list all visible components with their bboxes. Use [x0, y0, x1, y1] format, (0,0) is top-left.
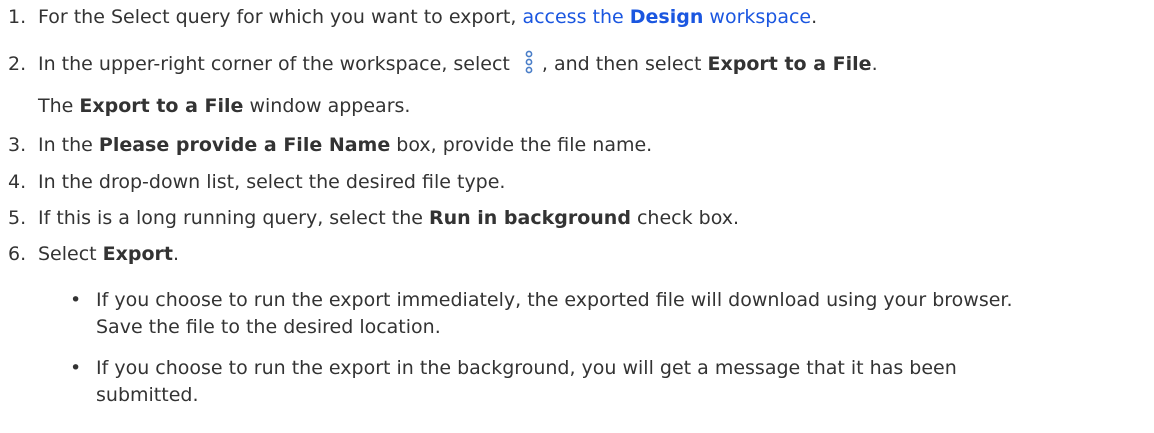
- step-number: 6.: [8, 243, 27, 265]
- step-1: 1. For the Select query for which you wan…: [8, 6, 817, 28]
- bullet-dot: •: [70, 289, 82, 311]
- step-text-end: box, provide the file name.: [390, 134, 653, 156]
- step-text: Select: [38, 243, 103, 265]
- step-number: 1.: [8, 6, 27, 28]
- link-bold-text[interactable]: Design: [630, 6, 704, 28]
- step-4: 4. In the drop-down list, select the desi…: [8, 171, 505, 193]
- step-text: For the Select query for which you want …: [38, 6, 523, 28]
- instructions-page: 1. For the Select query for which you wan…: [0, 0, 1154, 433]
- note-text: The: [38, 95, 80, 117]
- design-workspace-link[interactable]: access the Design workspace: [522, 6, 811, 28]
- step-6: 6. Select Export.: [8, 243, 179, 265]
- step-2: 2. In the upper-right corner of the works…: [8, 50, 878, 76]
- export-window-label: Export to a File: [79, 95, 244, 117]
- step-text-mid: , and then select: [541, 53, 708, 75]
- step-text: In the: [38, 134, 99, 156]
- bullet-dot: •: [70, 357, 82, 379]
- note-text-end: window appears.: [243, 95, 411, 117]
- run-in-background-label: Run in background: [428, 207, 631, 229]
- step-text: In the drop-down list, select the desire…: [38, 171, 506, 193]
- step-number: 3.: [8, 134, 27, 156]
- bullet-item-line: If you choose to run the export immediat…: [96, 289, 1013, 311]
- step-5: 5. If this is a long running query, selec…: [8, 207, 739, 229]
- file-name-box-label: Please provide a File Name: [98, 134, 391, 156]
- more-options-kebab-icon: [522, 50, 536, 76]
- step-2-note: The Export to a File window appears.: [38, 95, 410, 117]
- step-text: In the upper-right corner of the workspa…: [38, 53, 516, 75]
- export-label: Export: [102, 243, 173, 265]
- step-text: If this is a long running query, select …: [38, 207, 429, 229]
- link-text-end[interactable]: workspace: [703, 6, 811, 28]
- step-number: 4.: [8, 171, 27, 193]
- step-punctuation: .: [173, 243, 180, 265]
- bullet-item-line: submitted.: [96, 384, 199, 406]
- step-punctuation: .: [871, 53, 878, 75]
- step-number: 5.: [8, 207, 27, 229]
- step-text-end: check box.: [630, 207, 740, 229]
- bullet-item-line: If you choose to run the export in the b…: [96, 357, 957, 379]
- step-3: 3. In the Please provide a File Name box,…: [8, 134, 652, 156]
- step-punctuation: .: [811, 6, 818, 28]
- bullet-item-line: Save the file to the desired location.: [96, 316, 441, 338]
- link-text[interactable]: access the: [522, 6, 629, 28]
- export-to-file-label: Export to a File: [707, 53, 872, 75]
- step-number: 2.: [8, 53, 27, 75]
